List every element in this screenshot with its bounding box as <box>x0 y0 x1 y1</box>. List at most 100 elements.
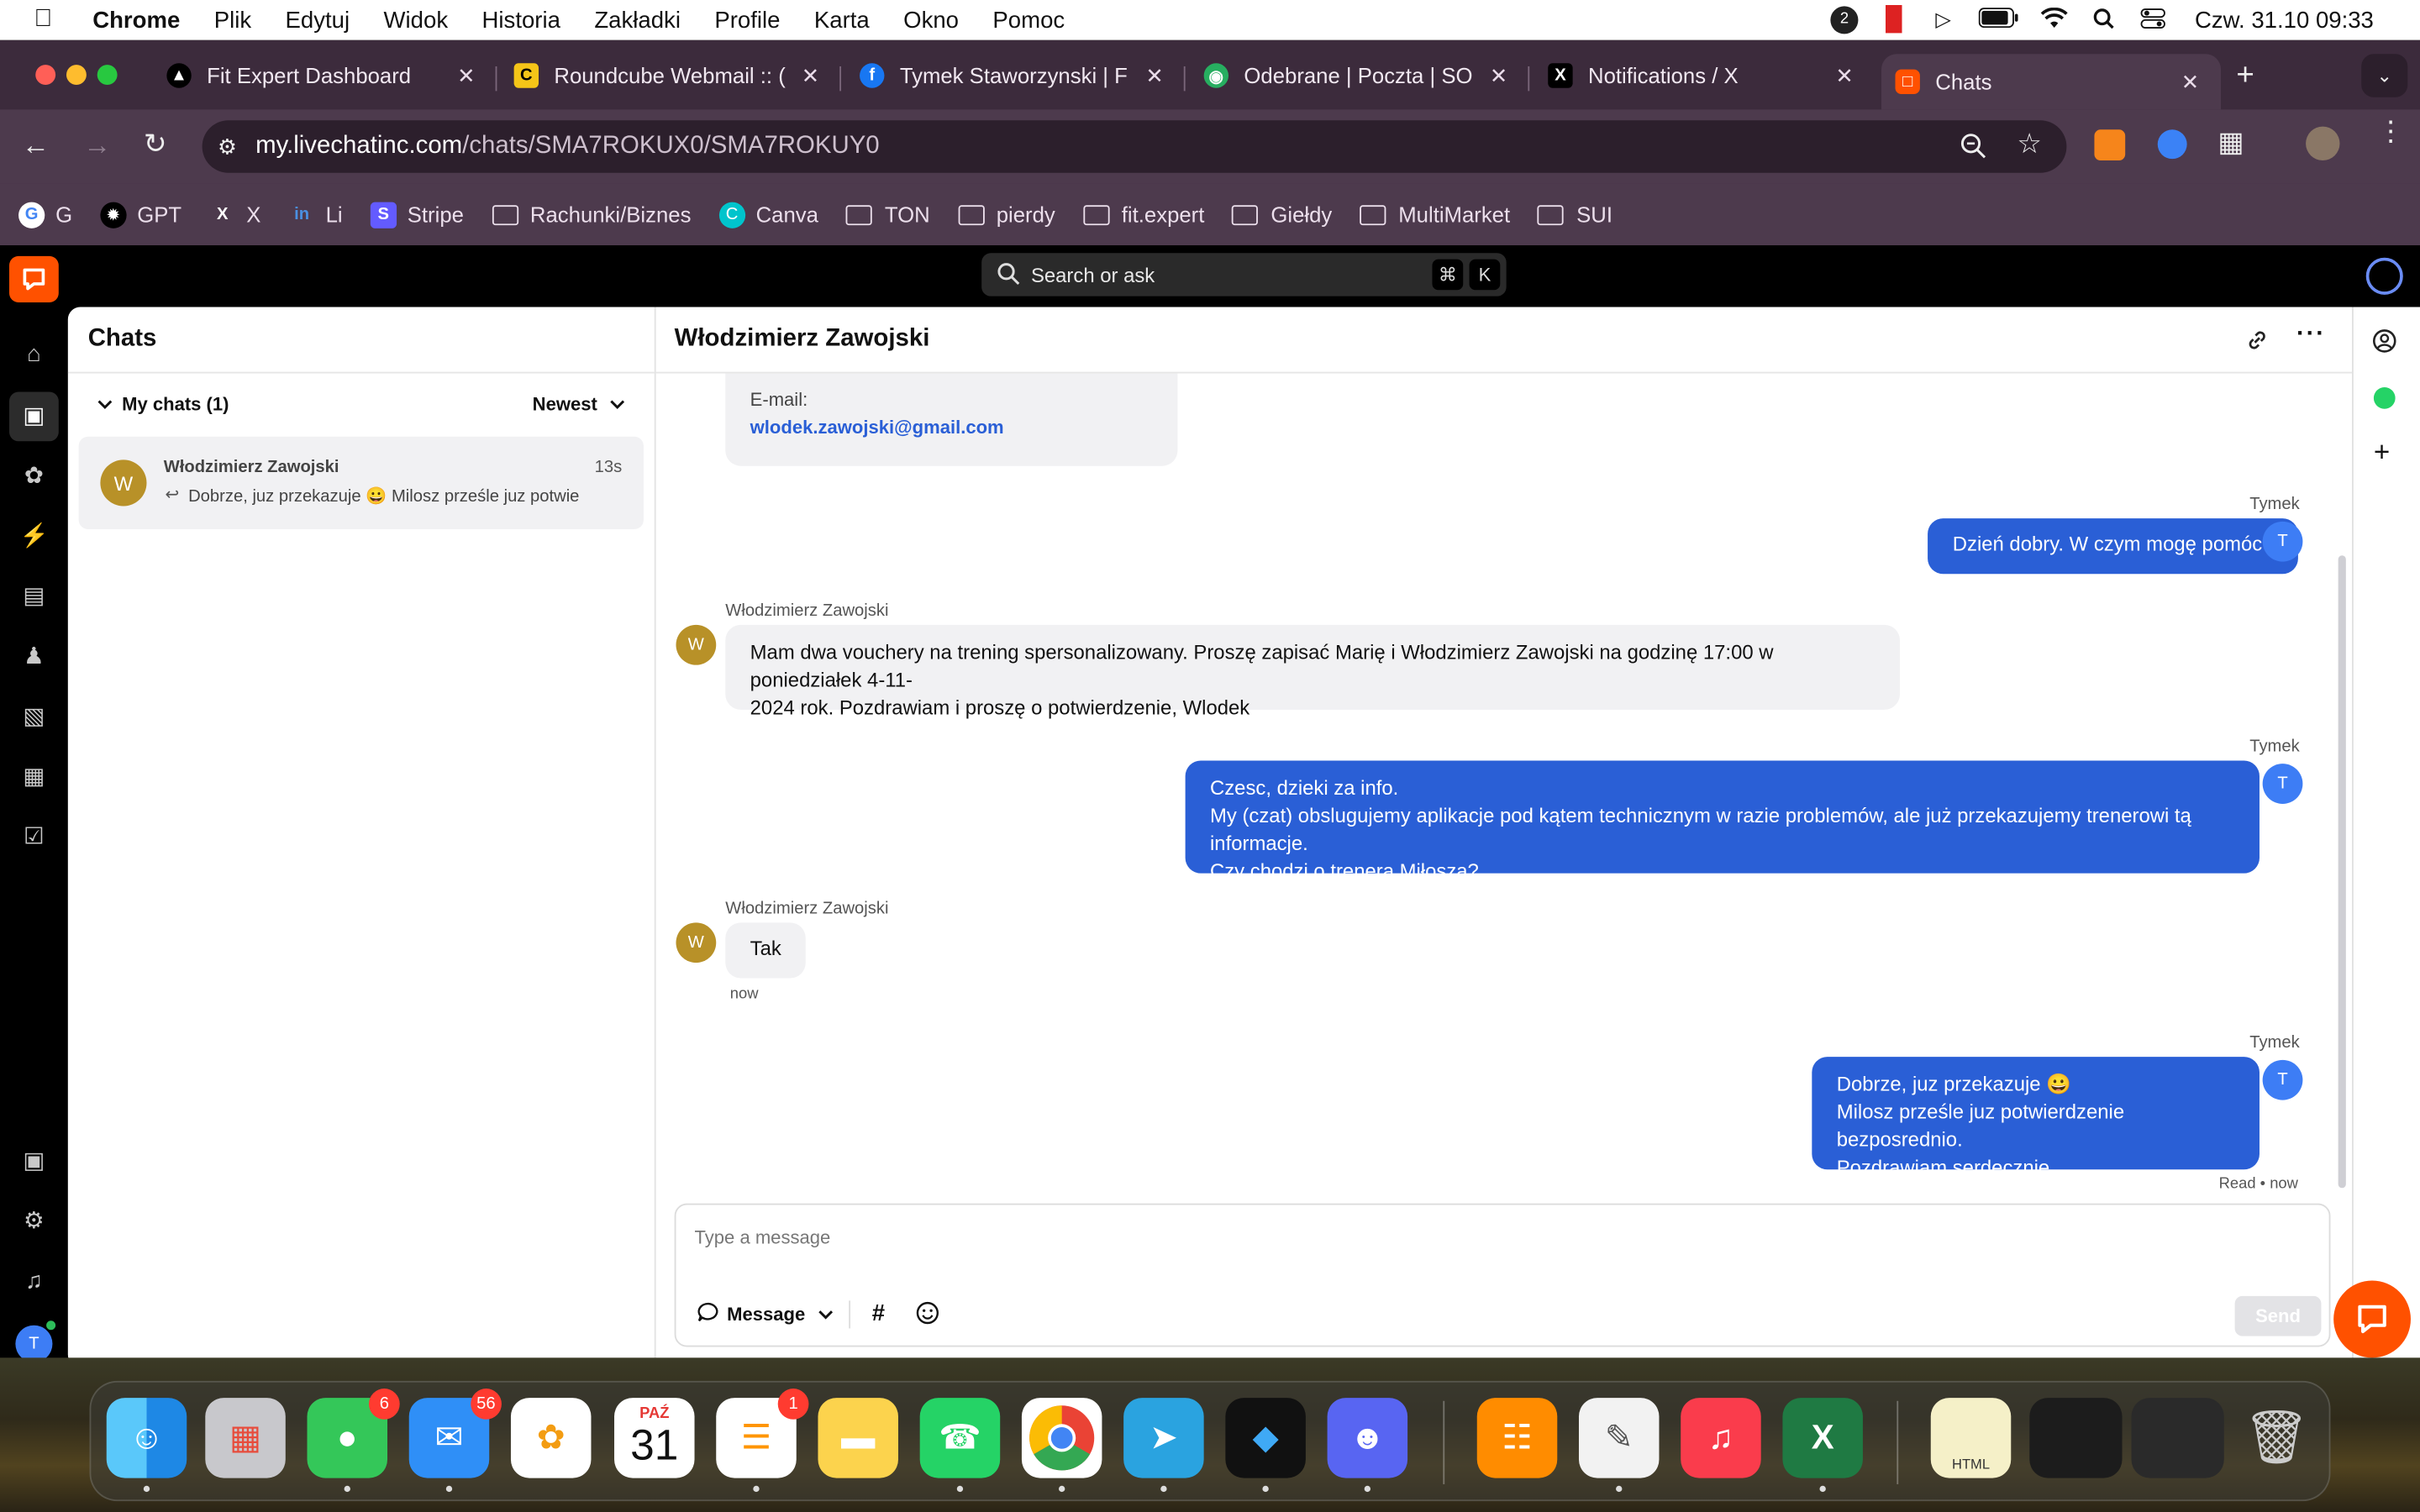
close-tab-icon[interactable]: ✕ <box>1490 63 1508 89</box>
calendar-icon[interactable]: PAŹ 31 <box>614 1398 695 1478</box>
spotlight-search-icon[interactable] <box>2090 8 2118 32</box>
chrome-icon[interactable] <box>1021 1398 1102 1493</box>
apps-icon[interactable]: ▦ <box>20 764 48 791</box>
menubar-clock[interactable]: Czw. 31.10 09:33 <box>2195 7 2374 33</box>
menu-view[interactable]: Widok <box>384 7 449 33</box>
control-center-icon[interactable] <box>2139 8 2167 32</box>
close-tab-icon[interactable]: ✕ <box>802 63 820 89</box>
customer-email-link[interactable]: wlodek.zawojski@gmail.com <box>750 413 1153 441</box>
minimized-window-1[interactable] <box>2029 1398 2123 1478</box>
menu-app-name[interactable]: Chrome <box>92 7 180 33</box>
diamond-app-icon[interactable]: ◆ <box>1225 1398 1306 1493</box>
zoom-window-button[interactable] <box>97 65 118 86</box>
back-button[interactable]: ← <box>22 129 50 162</box>
team-icon[interactable]: ♟ <box>20 643 48 671</box>
livechat-logo-icon[interactable] <box>9 255 59 303</box>
menu-bookmarks[interactable]: Zakładki <box>594 7 681 33</box>
metamask-extension-icon[interactable] <box>2094 129 2126 161</box>
livechat-widget-button[interactable] <box>2333 1280 2411 1358</box>
menu-edit[interactable]: Edytuj <box>286 7 350 33</box>
menu-tab[interactable]: Karta <box>814 7 870 33</box>
billing-icon[interactable]: ▣ <box>20 1148 48 1176</box>
menu-history[interactable]: Historia <box>482 7 560 33</box>
bookmark-folder-fitexpert[interactable]: fit.expert <box>1082 202 1204 227</box>
play-icon[interactable]: ▷ <box>1929 8 1957 32</box>
bookmark-linkedin[interactable]: in Li <box>288 202 342 228</box>
tab-facebook[interactable]: f Tymek Staworzynski | F ✕ <box>860 54 1164 97</box>
forward-button[interactable]: → <box>83 129 111 162</box>
tab-poczta[interactable]: ◉ Odebrane | Poczta | SO ✕ <box>1203 54 1508 97</box>
chrome-menu-icon[interactable]: ⋮ <box>2377 118 2405 145</box>
tab-search-button[interactable]: ⌄ <box>2361 54 2408 97</box>
notifications-bell-icon[interactable]: ♫ <box>20 1268 48 1296</box>
wifi-icon[interactable] <box>2040 7 2068 32</box>
bookmark-folder-rachunki[interactable]: Rachunki/Biznes <box>492 202 691 227</box>
menu-help[interactable]: Pomoc <box>992 7 1065 33</box>
bookmark-star-icon[interactable]: ☆ <box>2017 128 2042 160</box>
automate-icon[interactable]: ⚡ <box>20 523 49 551</box>
message-list[interactable]: E-mail: wlodek.zawojski@gmail.com Tymek … <box>656 373 2353 1203</box>
message-input[interactable]: Type a message <box>695 1226 2300 1248</box>
new-tab-button[interactable]: + <box>2236 59 2254 94</box>
apple-icon[interactable]:  <box>34 6 61 34</box>
close-tab-icon[interactable]: ✕ <box>1835 63 1854 89</box>
books-icon[interactable]: ☷ <box>1476 1398 1558 1478</box>
minimize-window-button[interactable] <box>66 65 87 86</box>
copilot-icon[interactable] <box>2365 257 2403 295</box>
menu-window[interactable]: Okno <box>903 7 959 33</box>
bookmark-folder-ton[interactable]: TON <box>845 202 930 227</box>
archives-icon[interactable]: ▤ <box>20 583 48 611</box>
finder-icon[interactable]: ☺ <box>106 1398 187 1493</box>
add-widget-icon[interactable]: + <box>2374 437 2390 470</box>
bookmark-stripe[interactable]: S Stripe <box>370 201 464 228</box>
customer-details-icon[interactable] <box>2372 328 2396 358</box>
message-list-scrollbar[interactable] <box>2338 555 2346 1189</box>
profile-avatar[interactable] <box>2306 126 2340 161</box>
music-icon[interactable]: ♫ <box>1681 1398 1761 1478</box>
search-or-ask-input[interactable]: Search or ask ⌘ K <box>981 253 1507 297</box>
discord-icon[interactable]: ☻ <box>1327 1398 1408 1493</box>
emoji-icon[interactable] <box>915 1300 939 1330</box>
copy-link-icon[interactable] <box>2245 328 2269 356</box>
sort-dropdown[interactable]: Newest <box>533 393 625 415</box>
menu-file[interactable]: Plik <box>214 7 251 33</box>
site-info-icon[interactable]: ⚙ <box>218 134 237 160</box>
whatsapp-icon[interactable] <box>2373 387 2396 409</box>
more-options-icon[interactable]: ··· <box>2296 321 2326 349</box>
notes-icon[interactable]: ▬ <box>818 1398 898 1478</box>
telegram-icon[interactable]: ➤ <box>1123 1398 1204 1493</box>
tab-chats[interactable]: □ Chats ✕ <box>1881 54 2222 110</box>
bookmark-google[interactable]: GG <box>18 201 72 228</box>
close-tab-icon[interactable]: ✕ <box>1145 63 1164 89</box>
textedit-icon[interactable]: ✎ <box>1578 1398 1660 1493</box>
agent-avatar[interactable]: T <box>15 1325 53 1362</box>
tab-fit-expert[interactable]: ▲ Fit Expert Dashboard ✕ <box>166 54 476 97</box>
html-file-icon[interactable]: HTML <box>1930 1398 2012 1478</box>
my-chats-group-toggle[interactable]: My chats (1) <box>97 393 229 415</box>
tab-roundcube[interactable]: C Roundcube Webmail :: ( ✕ <box>513 54 820 97</box>
chat-list-item[interactable]: W Włodzimierz Zawojski 13s ↩ Dobrze, juz… <box>78 436 644 530</box>
close-tab-icon[interactable]: ✕ <box>2181 70 2200 96</box>
notification-center-icon[interactable]: 2 <box>1830 6 1859 34</box>
whatsapp-icon[interactable]: ☎ <box>919 1398 1001 1493</box>
launchpad-icon[interactable]: ▦ <box>205 1398 286 1478</box>
bookmark-folder-sui[interactable]: SUI <box>1538 202 1612 227</box>
reload-button[interactable]: ↻ <box>144 128 167 160</box>
settings-icon[interactable]: ⚙ <box>20 1208 48 1236</box>
tab-x-notifications[interactable]: X Notifications / X ✕ <box>1548 54 1854 97</box>
close-tab-icon[interactable]: ✕ <box>457 63 476 89</box>
canned-response-hash-icon[interactable]: # <box>872 1300 885 1326</box>
photos-icon[interactable]: ✿ <box>510 1398 592 1478</box>
close-window-button[interactable] <box>35 65 56 86</box>
messages-icon[interactable]: ● 6 <box>307 1389 400 1493</box>
engage-icon[interactable]: ✿ <box>20 463 48 491</box>
minimized-window-2[interactable] <box>2131 1398 2224 1478</box>
battery-icon[interactable] <box>1978 8 2019 32</box>
bookmark-gpt[interactable]: ✹ GPT <box>100 201 182 228</box>
extension-blue-icon[interactable] <box>2157 129 2187 160</box>
lock-status-icon[interactable]: █ <box>1880 7 1907 32</box>
menu-profiles[interactable]: Profile <box>714 7 780 33</box>
message-mode-dropdown[interactable]: Message <box>697 1302 833 1326</box>
bookmark-folder-multimarket[interactable]: MultiMarket <box>1360 202 1510 227</box>
bookmark-x[interactable]: XX <box>209 202 260 228</box>
